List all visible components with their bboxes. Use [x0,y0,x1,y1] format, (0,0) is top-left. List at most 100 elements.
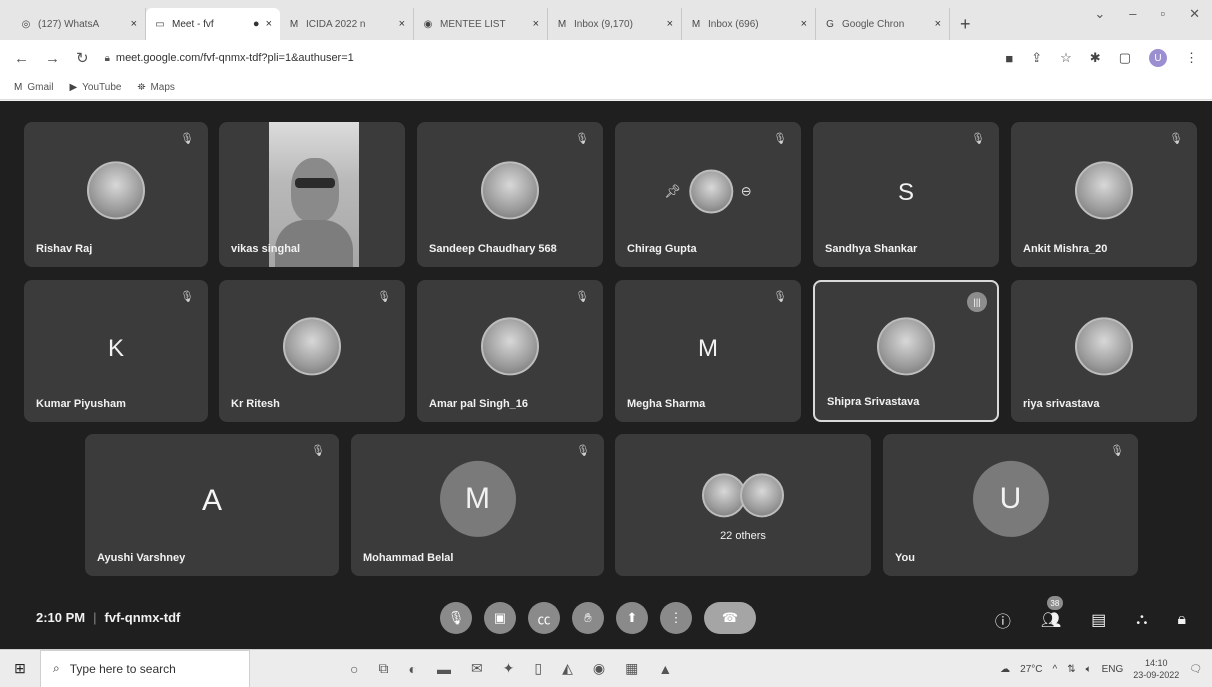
participant-tile-sandeep[interactable]: 🎙︎ Sandeep Chaudhary 568 [417,122,603,267]
close-tab-icon[interactable]: × [935,18,941,30]
captions-button[interactable]: ㏄ [528,602,560,634]
participant-tile-megha[interactable]: 🎙︎ M Megha Sharma [615,280,801,422]
avatar-initial: K [107,334,125,362]
volume-icon[interactable]: 🔈︎ [1086,664,1092,675]
tab-label: (127) WhatsA [38,18,100,30]
bookmark-youtube[interactable]: ▶ YouTube [69,82,121,93]
lang-indicator[interactable]: ENG [1102,664,1124,675]
present-button[interactable]: ⬆ [616,602,648,634]
remove-icon[interactable]: ⊖ [741,183,752,199]
participant-tile-chirag[interactable]: 🎙︎ 📌︎ ⊖ Chirag Gupta [615,122,801,267]
tab-meet[interactable]: ▭ Meet - fvf ● × [146,8,280,40]
back-icon[interactable]: ← [14,50,29,67]
bookmark-label: Maps [150,82,175,93]
share-icon[interactable]: ⇪ [1031,50,1042,66]
participant-tile-ayushi[interactable]: 🎙︎ A Ayushi Varshney [85,434,339,576]
people-icon[interactable]: 👥︎ 38 [1041,596,1063,630]
close-tab-icon[interactable]: × [399,18,405,30]
more-options-button[interactable]: ⋮ [660,602,692,634]
notifications-icon[interactable]: 🗨︎ [1189,664,1202,675]
reload-icon[interactable]: ↻ [76,49,89,67]
browser-tab-strip: ◎ (127) WhatsA × ▭ Meet - fvf ● × M ICID… [0,0,1212,40]
avatar [740,473,784,518]
maximize-icon[interactable]: ▫ [1160,6,1165,22]
close-window-icon[interactable]: ✕ [1189,6,1200,22]
participant-tile-amar[interactable]: 🎙︎ Amar pal Singh_16 [417,280,603,422]
network-icon[interactable]: ⇅ [1067,664,1075,675]
cortana-icon[interactable]: ○ [350,661,358,677]
tab-inbox-2[interactable]: M Inbox (696) × [682,8,816,40]
host-controls-icon[interactable]: 🔒︎ [1177,611,1186,629]
tab-icida[interactable]: M ICIDA 2022 n × [280,8,414,40]
photos-icon[interactable]: ▲ [658,661,672,677]
tab-inbox-1[interactable]: M Inbox (9,170) × [548,8,682,40]
side-panel-icon[interactable]: ▢ [1119,50,1131,66]
mic-off-icon: 🎙︎ [311,445,325,457]
participant-tile-sandhya[interactable]: 🎙︎ S Sandhya Shankar [813,122,999,267]
taskbar-clock[interactable]: 14:10 23-09-2022 [1133,657,1179,681]
participant-tile-mohammad[interactable]: 🎙︎ M Mohammad Belal [351,434,604,576]
windows-start-icon[interactable]: ⊞ [0,660,40,677]
camera-in-use-icon[interactable]: ■ [1005,51,1013,66]
minimize-icon[interactable]: – [1129,6,1136,22]
chrome-icon[interactable]: ◉ [593,660,605,677]
participant-tile-riya[interactable]: riya srivastava [1011,280,1197,422]
activities-icon[interactable]: ⛬ [1136,611,1147,629]
leave-call-button[interactable]: ☎︎ [704,602,756,634]
pin-icon[interactable]: 📌︎ [664,183,681,199]
participant-tile-rishav[interactable]: 🎙︎ Rishav Raj [24,122,208,267]
close-tab-icon[interactable]: × [533,18,539,30]
bookmark-star-icon[interactable]: ☆ [1060,50,1072,66]
participant-tile-you[interactable]: 🎙︎ U You [883,434,1138,576]
weather-icon[interactable]: ☁ [1000,664,1010,675]
others-avatars [702,473,784,518]
file-explorer-icon[interactable]: ▬ [437,661,451,677]
close-tab-icon[interactable]: × [131,18,137,30]
participant-name: riya srivastava [1023,398,1100,410]
office-icon[interactable]: ▯ [534,660,542,677]
participant-name: Ayushi Varshney [97,552,186,564]
raise-hand-button[interactable]: ✋︎ [572,602,604,634]
tab-search-icon[interactable]: ⌄ [1094,6,1105,22]
chat-icon[interactable]: ▤ [1091,610,1106,630]
app-icon[interactable]: ◭ [562,660,573,677]
meeting-info: 2:10 PM | fvf-qnmx-tdf [36,610,181,625]
participant-name: You [895,552,915,564]
tab-label: ICIDA 2022 n [306,18,366,30]
participant-tile-kumar[interactable]: 🎙︎ K Kumar Piyusham [24,280,208,422]
participant-tile-ritesh[interactable]: 🎙︎ Kr Ritesh [219,280,405,422]
participant-tile-shipra[interactable]: ||| Shipra Srivastava [813,280,999,422]
weather-temp[interactable]: 27°C [1020,664,1042,675]
profile-avatar[interactable]: U [1149,49,1167,67]
close-tab-icon[interactable]: × [801,18,807,30]
bookmark-maps[interactable]: ⛯ Maps [137,82,174,93]
address-bar[interactable]: 🔒︎ meet.google.com/fvf-qnmx-tdf?pli=1&au… [105,52,354,64]
present-icon: ⬆ [626,610,638,625]
tab-google-chrome[interactable]: G Google Chron × [816,8,950,40]
mic-toggle-button[interactable]: 🎙︎ [440,602,472,634]
camera-toggle-button[interactable]: ▣ [484,602,516,634]
mic-off-icon: 🎙︎ [575,291,589,303]
meeting-details-icon[interactable]: ⓘ [995,608,1011,632]
participant-tile-others[interactable]: 22 others [615,434,871,576]
tab-whatsapp[interactable]: ◎ (127) WhatsA × [12,8,146,40]
participant-tile-vikas[interactable]: vikas singhal [219,122,405,267]
close-tab-icon[interactable]: × [667,18,673,30]
extensions-icon[interactable]: ✱ [1090,50,1101,66]
tab-mentee-list[interactable]: ◉ MENTEE LIST × [414,8,548,40]
forward-icon[interactable]: → [45,50,60,67]
app-icon[interactable]: ▦ [625,660,638,677]
app-icon[interactable]: ✦ [503,660,515,677]
avatar-initial: A [201,483,223,517]
menu-icon[interactable]: ⋮ [1185,50,1198,66]
new-tab-button[interactable]: + [960,8,971,40]
task-view-icon[interactable]: ⧉ [378,660,388,677]
taskbar-search-box[interactable]: ⌕ Type here to search [40,649,250,687]
chevron-up-icon[interactable]: ^ [1052,664,1057,675]
edge-icon[interactable]: ◐ [408,661,416,677]
mail-icon[interactable]: ✉ [471,660,483,677]
close-tab-icon[interactable]: × [266,18,272,30]
participant-tile-ankit[interactable]: 🎙︎ Ankit Mishra_20 [1011,122,1197,267]
mic-off-icon: 🎙︎ [773,133,787,145]
bookmark-gmail[interactable]: M Gmail [14,82,53,93]
